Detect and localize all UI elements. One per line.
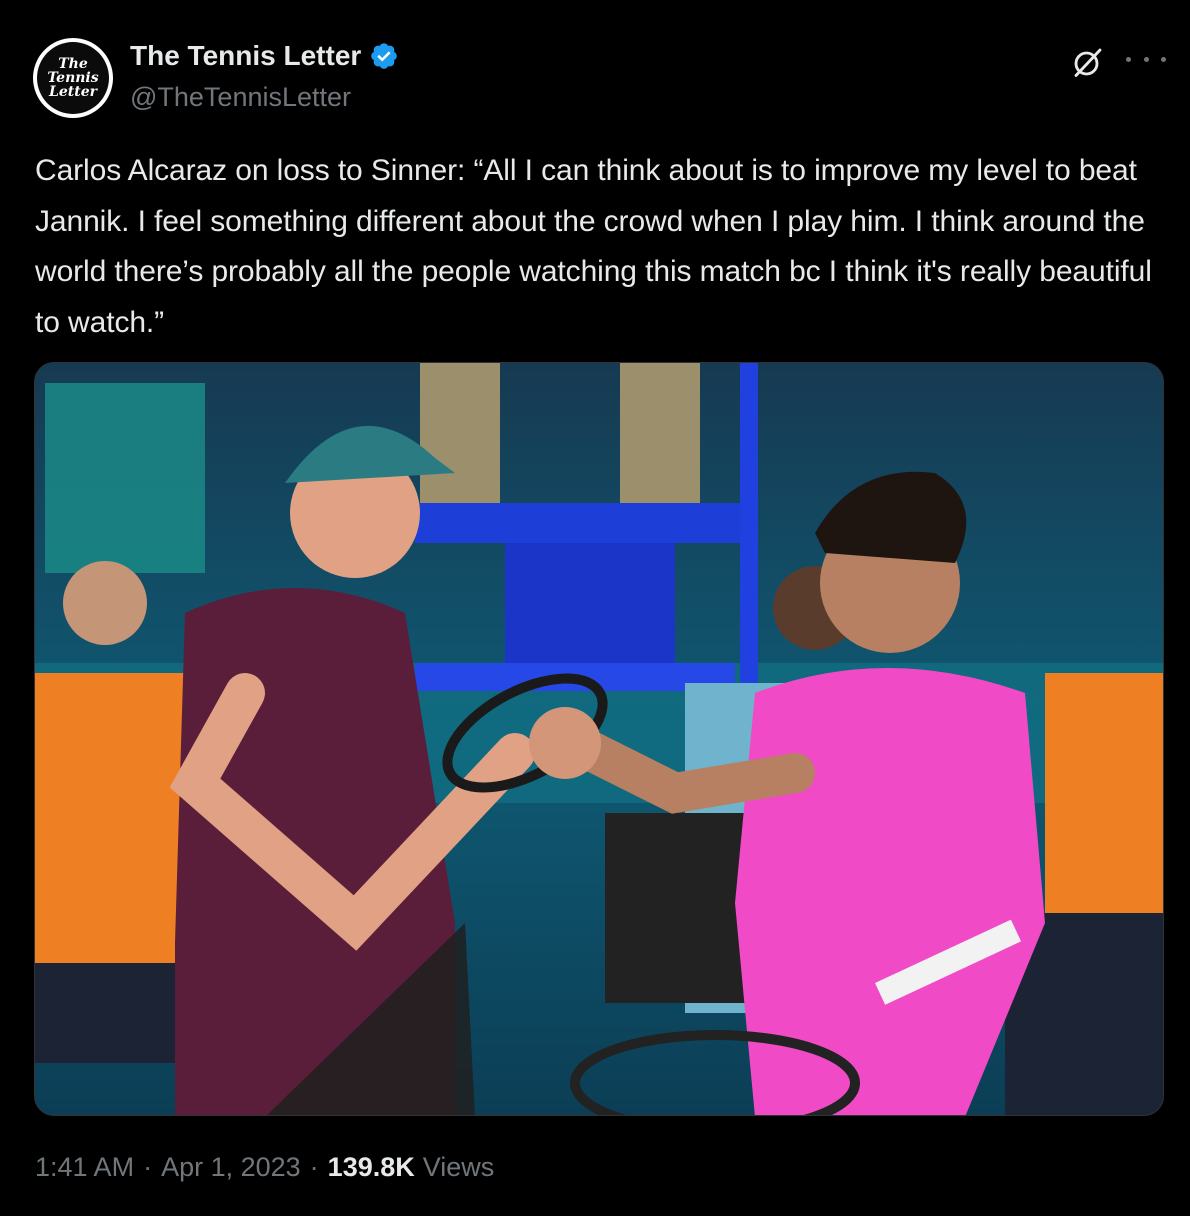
meta-separator: · bbox=[309, 1152, 319, 1182]
tweet-date[interactable]: Apr 1, 2023 bbox=[161, 1152, 301, 1183]
author-handle[interactable]: @TheTennisLetter bbox=[130, 82, 351, 113]
avatar[interactable]: The Tennis Letter bbox=[33, 38, 113, 118]
more-dot-icon bbox=[1143, 56, 1149, 62]
tweet-photo-image bbox=[35, 363, 1163, 1115]
tweet-meta: 1:41 AM · Apr 1, 2023 · 139.8K Views bbox=[35, 1152, 494, 1183]
views-count: 139.8K bbox=[327, 1152, 415, 1182]
tweet-time[interactable]: 1:41 AM bbox=[35, 1152, 134, 1183]
tweet-text: Carlos Alcaraz on loss to Sinner: “All I… bbox=[35, 154, 1152, 339]
verified-badge-icon[interactable] bbox=[369, 41, 399, 71]
more-dot-icon bbox=[1126, 56, 1131, 62]
meta-separator: · bbox=[143, 1152, 153, 1182]
author-name-row: The Tennis Letter bbox=[130, 40, 399, 72]
more-dot-icon bbox=[1161, 56, 1166, 62]
author-display-name[interactable]: The Tennis Letter bbox=[130, 40, 361, 72]
avatar-logo-line-1: The bbox=[58, 56, 88, 72]
avatar-logo-line-2: Tennis bbox=[47, 70, 99, 86]
views-label: Views bbox=[422, 1152, 495, 1182]
more-icon[interactable] bbox=[1126, 44, 1166, 74]
tweet: The Tennis Letter The Tennis Letter @The… bbox=[0, 0, 1190, 1216]
avatar-logo-line-3: Letter bbox=[49, 84, 97, 100]
tweet-photo[interactable] bbox=[34, 362, 1164, 1116]
grok-icon[interactable] bbox=[1070, 44, 1106, 80]
avatar-logo: The Tennis Letter bbox=[37, 42, 109, 114]
